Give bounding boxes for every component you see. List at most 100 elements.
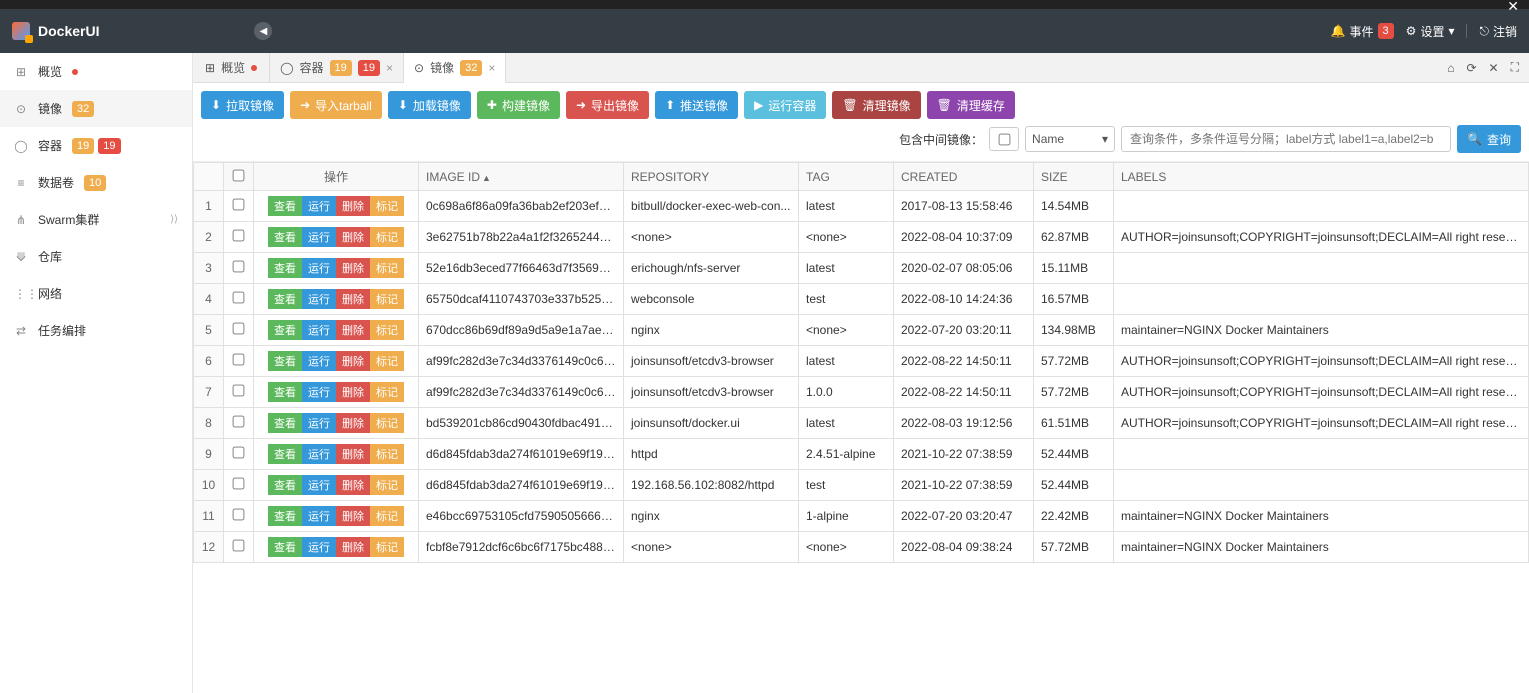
col-ops[interactable]: 操作	[254, 163, 419, 191]
op-tag-button[interactable]: 标记	[370, 475, 404, 495]
op-delete-button[interactable]: 删除	[336, 289, 370, 309]
tab-close-icon[interactable]: ×	[386, 61, 393, 75]
op-view-button[interactable]: 查看	[268, 537, 302, 557]
row-checkbox[interactable]	[224, 253, 254, 284]
op-tag-button[interactable]: 标记	[370, 506, 404, 526]
col-repository[interactable]: REPOSITORY	[624, 163, 799, 191]
op-delete-button[interactable]: 删除	[336, 537, 370, 557]
row-checkbox[interactable]	[224, 532, 254, 563]
op-tag-button[interactable]: 标记	[370, 289, 404, 309]
toolbar-btn-0[interactable]: ⬇拉取镜像	[201, 91, 284, 119]
op-tag-button[interactable]: 标记	[370, 258, 404, 278]
op-view-button[interactable]: 查看	[268, 227, 302, 247]
op-view-button[interactable]: 查看	[268, 413, 302, 433]
header-logout[interactable]: ⎋ 注销	[1479, 23, 1517, 40]
col-tag[interactable]: TAG	[799, 163, 894, 191]
window-close-icon[interactable]: ✕	[1507, 0, 1519, 15]
toolbar-btn-8[interactable]: 🗑清理缓存	[927, 91, 1015, 119]
row-checkbox[interactable]	[224, 315, 254, 346]
op-run-button[interactable]: 运行	[302, 258, 336, 278]
col-labels[interactable]: LABELS	[1114, 163, 1529, 191]
toolbar-btn-7[interactable]: 🗑清理镜像	[832, 91, 920, 119]
row-checkbox[interactable]	[224, 439, 254, 470]
col-select-all[interactable]	[224, 163, 254, 191]
sidebar-item-0[interactable]: ⊞概览	[0, 53, 192, 90]
op-tag-button[interactable]: 标记	[370, 382, 404, 402]
op-view-button[interactable]: 查看	[268, 320, 302, 340]
op-delete-button[interactable]: 删除	[336, 196, 370, 216]
sidebar-item-2[interactable]: ◯容器1919	[0, 127, 192, 164]
refresh-icon[interactable]: ⟳	[1466, 61, 1476, 75]
row-checkbox[interactable]	[224, 191, 254, 222]
sidebar-item-5[interactable]: ⟱仓库	[0, 238, 192, 275]
sidebar-collapse-button[interactable]: ◀	[254, 22, 272, 40]
op-view-button[interactable]: 查看	[268, 382, 302, 402]
search-button[interactable]: 🔍 查询	[1457, 125, 1521, 153]
op-run-button[interactable]: 运行	[302, 382, 336, 402]
op-tag-button[interactable]: 标记	[370, 413, 404, 433]
op-run-button[interactable]: 运行	[302, 351, 336, 371]
col-created[interactable]: CREATED	[894, 163, 1034, 191]
op-tag-button[interactable]: 标记	[370, 227, 404, 247]
op-run-button[interactable]: 运行	[302, 413, 336, 433]
header-events[interactable]: 🔔 事件 3	[1331, 23, 1394, 40]
row-checkbox[interactable]	[224, 501, 254, 532]
row-checkbox[interactable]	[224, 470, 254, 501]
op-delete-button[interactable]: 删除	[336, 413, 370, 433]
op-delete-button[interactable]: 删除	[336, 444, 370, 464]
op-run-button[interactable]: 运行	[302, 289, 336, 309]
tab-overview[interactable]: ⊞ 概览	[193, 53, 270, 82]
row-checkbox[interactable]	[224, 222, 254, 253]
op-delete-button[interactable]: 删除	[336, 382, 370, 402]
tab-1[interactable]: ⊙镜像32×	[404, 53, 506, 83]
row-checkbox[interactable]	[224, 408, 254, 439]
op-tag-button[interactable]: 标记	[370, 537, 404, 557]
op-delete-button[interactable]: 删除	[336, 506, 370, 526]
sidebar-item-1[interactable]: ⊙镜像32	[0, 90, 192, 127]
op-tag-button[interactable]: 标记	[370, 444, 404, 464]
toolbar-btn-5[interactable]: ⬆推送镜像	[655, 91, 738, 119]
header-settings[interactable]: ⚙ 设置 ▾	[1406, 23, 1455, 40]
toolbar-btn-4[interactable]: ➜导出镜像	[566, 91, 649, 119]
op-tag-button[interactable]: 标记	[370, 320, 404, 340]
op-run-button[interactable]: 运行	[302, 196, 336, 216]
sidebar-item-6[interactable]: ⋮⋮网络	[0, 275, 192, 312]
op-tag-button[interactable]: 标记	[370, 351, 404, 371]
sidebar-item-7[interactable]: ⇄任务编排	[0, 312, 192, 349]
op-view-button[interactable]: 查看	[268, 444, 302, 464]
op-run-button[interactable]: 运行	[302, 444, 336, 464]
fullscreen-icon[interactable]: ⛶	[1511, 60, 1519, 75]
op-run-button[interactable]: 运行	[302, 506, 336, 526]
sidebar-item-4[interactable]: ⋔Swarm集群⟩⟩	[0, 201, 192, 238]
op-view-button[interactable]: 查看	[268, 506, 302, 526]
op-run-button[interactable]: 运行	[302, 537, 336, 557]
col-size[interactable]: SIZE	[1034, 163, 1114, 191]
include-intermediate-checkbox[interactable]	[989, 127, 1019, 151]
op-view-button[interactable]: 查看	[268, 258, 302, 278]
op-delete-button[interactable]: 删除	[336, 227, 370, 247]
search-input[interactable]	[1121, 126, 1451, 152]
op-view-button[interactable]: 查看	[268, 475, 302, 495]
op-run-button[interactable]: 运行	[302, 320, 336, 340]
op-run-button[interactable]: 运行	[302, 475, 336, 495]
home-icon[interactable]: ⌂	[1447, 61, 1454, 75]
op-view-button[interactable]: 查看	[268, 196, 302, 216]
row-checkbox[interactable]	[224, 284, 254, 315]
op-tag-button[interactable]: 标记	[370, 196, 404, 216]
toolbar-btn-3[interactable]: ✚构建镜像	[477, 91, 560, 119]
toolbar-btn-2[interactable]: ⬇加载镜像	[388, 91, 471, 119]
toolbar-btn-1[interactable]: ➜导入tarball	[290, 91, 382, 119]
op-delete-button[interactable]: 删除	[336, 258, 370, 278]
op-view-button[interactable]: 查看	[268, 289, 302, 309]
tab-0[interactable]: ◯容器1919×	[270, 53, 404, 82]
row-checkbox[interactable]	[224, 346, 254, 377]
op-delete-button[interactable]: 删除	[336, 320, 370, 340]
close-tab-icon[interactable]: ✕	[1489, 61, 1499, 75]
op-view-button[interactable]: 查看	[268, 351, 302, 371]
filter-field-select[interactable]: Name ▾	[1025, 126, 1115, 152]
op-delete-button[interactable]: 删除	[336, 475, 370, 495]
sidebar-item-3[interactable]: ≡数据卷10	[0, 164, 192, 201]
toolbar-btn-6[interactable]: ▶运行容器	[744, 91, 826, 119]
row-checkbox[interactable]	[224, 377, 254, 408]
op-delete-button[interactable]: 删除	[336, 351, 370, 371]
